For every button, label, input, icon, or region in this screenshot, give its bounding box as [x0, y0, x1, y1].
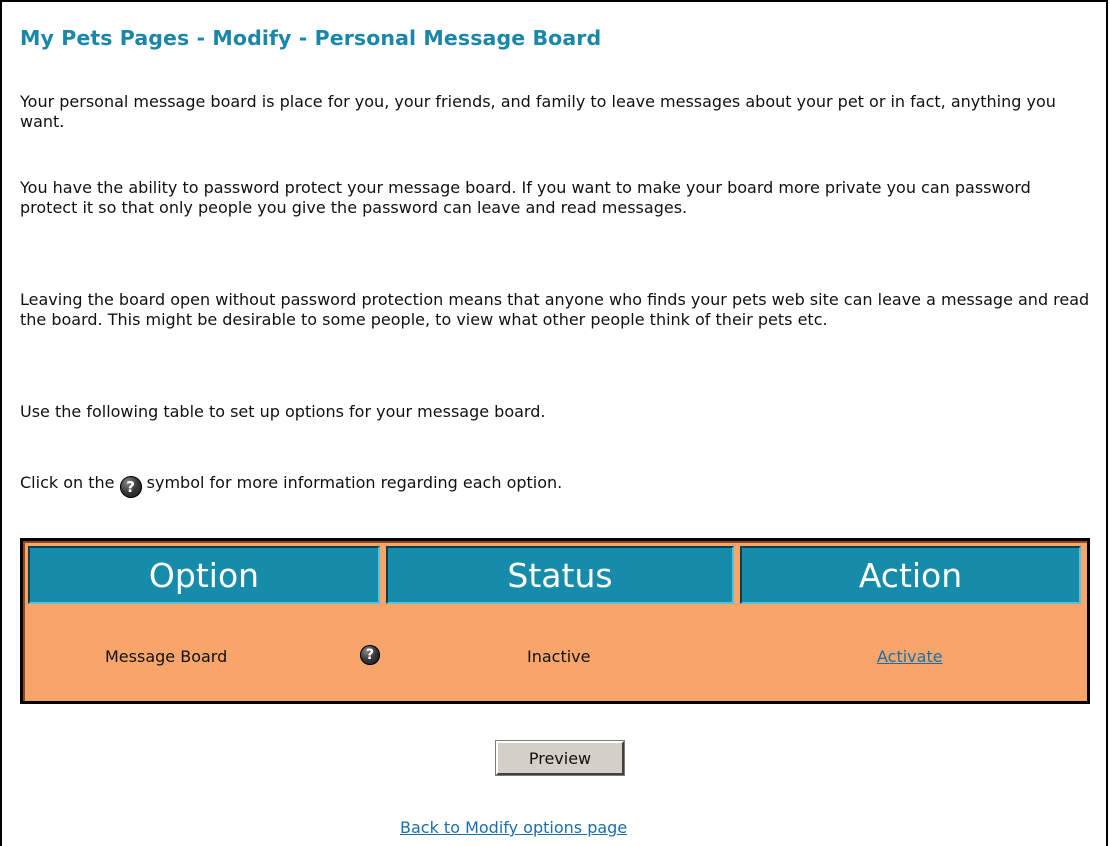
- intro-paragraph-1: Your personal message board is place for…: [20, 92, 1056, 131]
- message-board-help-icon[interactable]: ?: [360, 645, 380, 665]
- column-header-action: Action: [740, 546, 1081, 604]
- back-to-modify-link[interactable]: Back to Modify options page: [400, 818, 627, 837]
- options-table-body: Option Status Action Message Board ? Ina…: [23, 541, 1087, 701]
- preview-button[interactable]: Preview: [496, 741, 624, 775]
- options-table: Option Status Action Message Board ? Ina…: [20, 538, 1090, 704]
- intro-paragraph-2: You have the ability to password protect…: [20, 178, 1031, 217]
- column-header-option: Option: [28, 546, 380, 604]
- activate-link[interactable]: Activate: [877, 647, 943, 666]
- option-message-board-label: Message Board: [105, 647, 228, 666]
- intro-paragraph-3: Leaving the board open without password …: [20, 290, 1090, 329]
- help-question-icon: ?: [119, 476, 142, 498]
- intro-paragraph-4: Use the following table to set up option…: [20, 402, 546, 421]
- message-board-status: Inactive: [527, 647, 591, 666]
- help-instruction-before: Click on the: [20, 473, 120, 492]
- page-title: My Pets Pages - Modify - Personal Messag…: [20, 26, 602, 50]
- column-header-status: Status: [386, 546, 734, 604]
- help-instruction: Click on the ? symbol for more informati…: [20, 473, 1090, 498]
- help-instruction-after: symbol for more information regarding ea…: [141, 473, 563, 492]
